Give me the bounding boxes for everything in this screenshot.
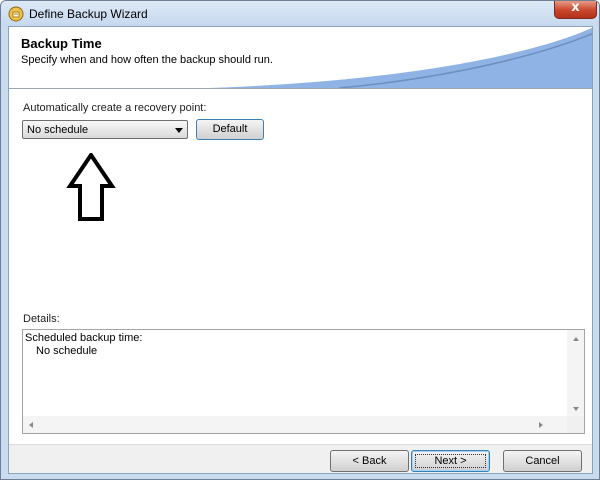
schedule-dropdown[interactable]: No schedule	[22, 120, 188, 139]
cancel-button[interactable]: Cancel	[503, 450, 582, 472]
vertical-scrollbar[interactable]	[567, 330, 584, 417]
scroll-right-icon[interactable]	[539, 422, 543, 428]
schedule-label: Automatically create a recovery point:	[23, 102, 207, 114]
next-button[interactable]: Next >	[411, 450, 490, 472]
up-arrow-icon	[66, 153, 116, 221]
details-line-2: No schedule	[36, 345, 98, 357]
details-label: Details:	[23, 313, 60, 325]
scroll-down-icon[interactable]	[573, 407, 579, 411]
wizard-footer: < Back Next > Cancel	[9, 444, 592, 473]
scrollbar-corner	[567, 416, 584, 433]
page-subtitle: Specify when and how often the backup sh…	[21, 54, 273, 66]
page-title: Backup Time	[21, 36, 102, 51]
close-icon: x	[571, 0, 580, 15]
focus-ring	[415, 454, 486, 468]
title-bar[interactable]: Define Backup Wizard x	[1, 1, 599, 26]
wizard-window: Define Backup Wizard x Backup Time Speci…	[0, 0, 600, 480]
scroll-up-icon[interactable]	[573, 337, 579, 341]
wizard-header: Backup Time Specify when and how often t…	[9, 27, 592, 89]
backup-wizard-icon	[8, 6, 24, 22]
default-button[interactable]: Default	[196, 119, 264, 140]
chevron-down-icon	[175, 128, 183, 133]
details-line-1: Scheduled backup time:	[25, 332, 143, 344]
scroll-left-icon[interactable]	[29, 422, 33, 428]
back-button[interactable]: < Back	[330, 450, 409, 472]
horizontal-scrollbar[interactable]	[23, 416, 567, 433]
details-textbox[interactable]: Scheduled backup time: No schedule	[22, 329, 585, 434]
close-button[interactable]: x	[554, 1, 597, 19]
window-title: Define Backup Wizard	[29, 7, 148, 21]
schedule-selected-value: No schedule	[27, 124, 89, 136]
wizard-client-area: Backup Time Specify when and how often t…	[8, 26, 593, 474]
